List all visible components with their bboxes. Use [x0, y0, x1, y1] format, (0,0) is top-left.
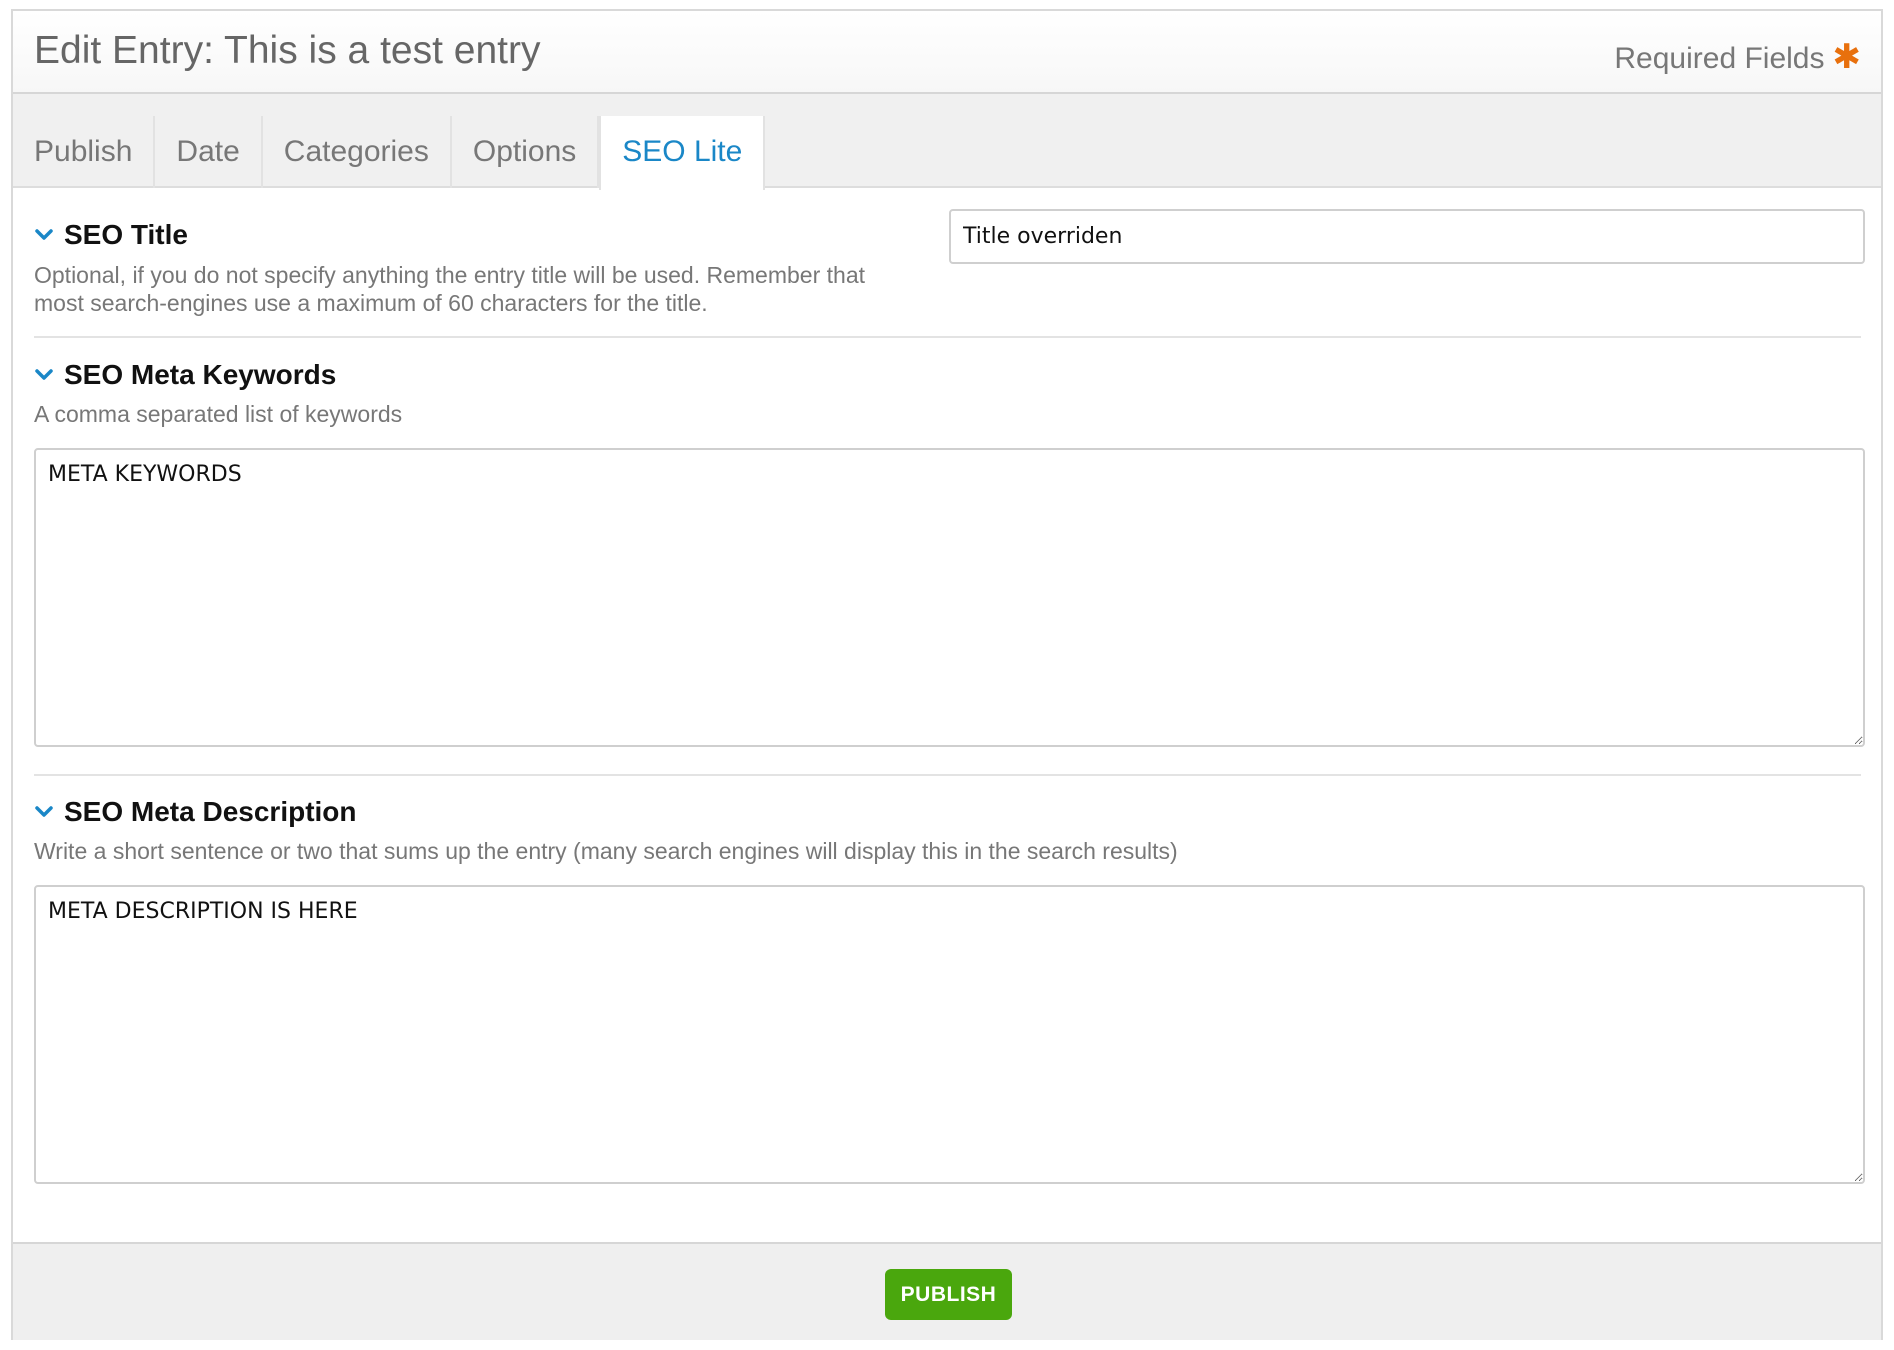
tab-categories[interactable]: Categories: [263, 116, 452, 188]
seo-title-input[interactable]: [949, 209, 1865, 264]
meta-description-textarea[interactable]: META DESCRIPTION IS HERE: [34, 885, 1865, 1184]
edit-entry-panel: Edit Entry: This is a test entry Require…: [11, 9, 1883, 1340]
meta-keywords-label: SEO Meta Keywords: [64, 359, 337, 390]
tab-seo-lite[interactable]: SEO Lite: [599, 116, 766, 190]
divider: [34, 336, 1861, 338]
meta-keywords-description: A comma separated list of keywords: [34, 401, 403, 427]
seo-title-description: Optional, if you do not specify anything…: [34, 262, 865, 316]
meta-description-heading[interactable]: SEO Meta Description: [34, 796, 357, 828]
divider: [34, 774, 1861, 776]
tab-bar: Publish Date Categories Options SEO Lite: [13, 94, 1881, 190]
publish-button[interactable]: PUBLISH: [885, 1269, 1012, 1320]
chevron-down-icon[interactable]: [34, 225, 54, 245]
chevron-down-icon[interactable]: [34, 802, 54, 822]
page-title: Edit Entry: This is a test entry: [34, 29, 541, 72]
form-footer: PUBLISH: [13, 1242, 1881, 1340]
required-star-icon: ✱: [1832, 38, 1862, 76]
tab-list: Publish Date Categories Options SEO Lite: [13, 116, 766, 190]
tab-options[interactable]: Options: [452, 116, 600, 188]
chevron-down-icon[interactable]: [34, 365, 54, 385]
tab-date[interactable]: Date: [155, 116, 263, 188]
required-fields-note: Required Fields ✱: [1614, 37, 1861, 77]
tab-publish[interactable]: Publish: [13, 116, 156, 188]
required-fields-label: Required Fields: [1614, 42, 1825, 75]
seo-title-heading[interactable]: SEO Title: [34, 219, 188, 251]
meta-description-description: Write a short sentence or two that sums …: [34, 838, 1178, 864]
seo-title-label: SEO Title: [64, 219, 188, 250]
meta-keywords-heading[interactable]: SEO Meta Keywords: [34, 359, 336, 391]
meta-description-label: SEO Meta Description: [64, 796, 357, 827]
meta-keywords-textarea[interactable]: META KEYWORDS: [34, 448, 1865, 747]
panel-header: Edit Entry: This is a test entry Require…: [13, 11, 1881, 94]
